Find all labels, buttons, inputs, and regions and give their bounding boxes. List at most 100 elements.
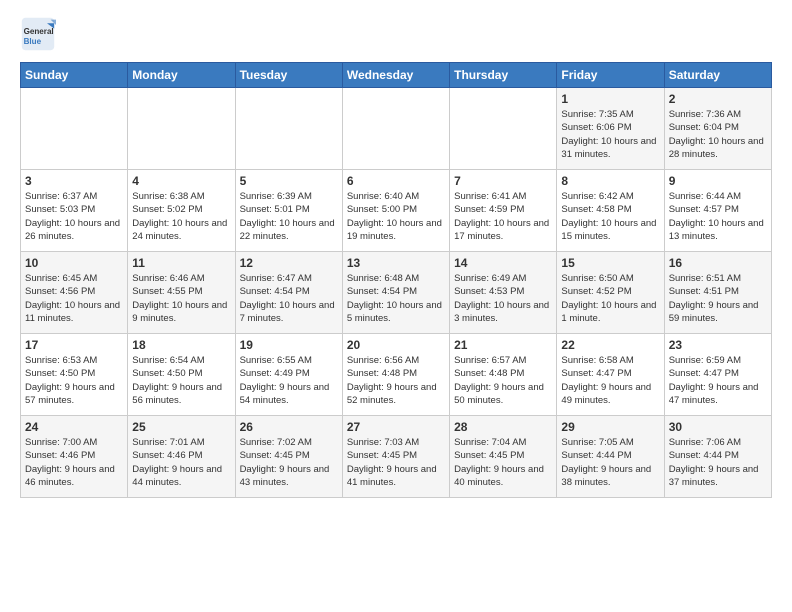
calendar-cell: 22 Sunrise: 6:58 AM Sunset: 4:47 PM Dayli… bbox=[557, 334, 664, 416]
cell-content: Sunrise: 6:57 AM Sunset: 4:48 PM Dayligh… bbox=[454, 354, 552, 407]
calendar-cell bbox=[235, 88, 342, 170]
day-number: 10 bbox=[25, 256, 123, 270]
svg-text:Blue: Blue bbox=[24, 37, 42, 46]
cell-content: Sunrise: 6:47 AM Sunset: 4:54 PM Dayligh… bbox=[240, 272, 338, 325]
calendar-cell bbox=[128, 88, 235, 170]
svg-text:General: General bbox=[24, 27, 54, 36]
day-number: 8 bbox=[561, 174, 659, 188]
day-number: 6 bbox=[347, 174, 445, 188]
calendar-cell: 20 Sunrise: 6:56 AM Sunset: 4:48 PM Dayli… bbox=[342, 334, 449, 416]
calendar-cell: 4Sunrise: 6:38 AM Sunset: 5:02 PM Daylig… bbox=[128, 170, 235, 252]
cell-content: Sunrise: 6:55 AM Sunset: 4:49 PM Dayligh… bbox=[240, 354, 338, 407]
calendar-cell: 2 Sunrise: 7:36 AM Sunset: 6:04 PM Daylig… bbox=[664, 88, 771, 170]
weekday-header: Saturday bbox=[664, 63, 771, 88]
cell-content: Sunrise: 6:46 AM Sunset: 4:55 PM Dayligh… bbox=[132, 272, 230, 325]
day-number: 26 bbox=[240, 420, 338, 434]
calendar-cell: 24Sunrise: 7:00 AM Sunset: 4:46 PM Dayli… bbox=[21, 416, 128, 498]
day-number: 13 bbox=[347, 256, 445, 270]
day-number: 16 bbox=[669, 256, 767, 270]
calendar-cell: 23 Sunrise: 6:59 AM Sunset: 4:47 PM Dayli… bbox=[664, 334, 771, 416]
calendar-week-row: 1Sunrise: 7:35 AM Sunset: 6:06 PM Daylig… bbox=[21, 88, 772, 170]
calendar-cell: 7Sunrise: 6:41 AM Sunset: 4:59 PM Daylig… bbox=[450, 170, 557, 252]
calendar-cell: 16 Sunrise: 6:51 AM Sunset: 4:51 PM Dayli… bbox=[664, 252, 771, 334]
cell-content: Sunrise: 6:38 AM Sunset: 5:02 PM Dayligh… bbox=[132, 190, 230, 243]
weekday-header: Monday bbox=[128, 63, 235, 88]
calendar-cell: 14 Sunrise: 6:49 AM Sunset: 4:53 PM Dayli… bbox=[450, 252, 557, 334]
day-number: 2 bbox=[669, 92, 767, 106]
cell-content: Sunrise: 6:45 AM Sunset: 4:56 PM Dayligh… bbox=[25, 272, 123, 325]
day-number: 23 bbox=[669, 338, 767, 352]
calendar-cell: 21 Sunrise: 6:57 AM Sunset: 4:48 PM Dayli… bbox=[450, 334, 557, 416]
calendar-cell: 6Sunrise: 6:40 AM Sunset: 5:00 PM Daylig… bbox=[342, 170, 449, 252]
cell-content: Sunrise: 6:51 AM Sunset: 4:51 PM Dayligh… bbox=[669, 272, 767, 325]
calendar-cell: 15Sunrise: 6:50 AM Sunset: 4:52 PM Dayli… bbox=[557, 252, 664, 334]
day-number: 7 bbox=[454, 174, 552, 188]
calendar-cell: 18 Sunrise: 6:54 AM Sunset: 4:50 PM Dayli… bbox=[128, 334, 235, 416]
calendar-cell: 9Sunrise: 6:44 AM Sunset: 4:57 PM Daylig… bbox=[664, 170, 771, 252]
page: General Blue SundayMondayTuesdayWednesda… bbox=[0, 0, 792, 508]
logo-icon: General Blue bbox=[20, 16, 56, 52]
calendar-cell: 29Sunrise: 7:05 AM Sunset: 4:44 PM Dayli… bbox=[557, 416, 664, 498]
day-number: 24 bbox=[25, 420, 123, 434]
logo: General Blue bbox=[20, 16, 56, 52]
day-number: 30 bbox=[669, 420, 767, 434]
cell-content: Sunrise: 6:39 AM Sunset: 5:01 PM Dayligh… bbox=[240, 190, 338, 243]
calendar-cell bbox=[342, 88, 449, 170]
day-number: 22 bbox=[561, 338, 659, 352]
weekday-header: Tuesday bbox=[235, 63, 342, 88]
cell-content: Sunrise: 6:58 AM Sunset: 4:47 PM Dayligh… bbox=[561, 354, 659, 407]
calendar-week-row: 3Sunrise: 6:37 AM Sunset: 5:03 PM Daylig… bbox=[21, 170, 772, 252]
calendar-cell: 17 Sunrise: 6:53 AM Sunset: 4:50 PM Dayli… bbox=[21, 334, 128, 416]
calendar-cell: 25 Sunrise: 7:01 AM Sunset: 4:46 PM Dayli… bbox=[128, 416, 235, 498]
cell-content: Sunrise: 7:35 AM Sunset: 6:06 PM Dayligh… bbox=[561, 108, 659, 161]
cell-content: Sunrise: 7:02 AM Sunset: 4:45 PM Dayligh… bbox=[240, 436, 338, 489]
day-number: 27 bbox=[347, 420, 445, 434]
cell-content: Sunrise: 6:49 AM Sunset: 4:53 PM Dayligh… bbox=[454, 272, 552, 325]
day-number: 28 bbox=[454, 420, 552, 434]
day-number: 19 bbox=[240, 338, 338, 352]
calendar-cell: 30 Sunrise: 7:06 AM Sunset: 4:44 PM Dayli… bbox=[664, 416, 771, 498]
calendar-cell: 28Sunrise: 7:04 AM Sunset: 4:45 PM Dayli… bbox=[450, 416, 557, 498]
calendar-cell: 8Sunrise: 6:42 AM Sunset: 4:58 PM Daylig… bbox=[557, 170, 664, 252]
day-number: 21 bbox=[454, 338, 552, 352]
cell-content: Sunrise: 6:53 AM Sunset: 4:50 PM Dayligh… bbox=[25, 354, 123, 407]
day-number: 20 bbox=[347, 338, 445, 352]
cell-content: Sunrise: 6:48 AM Sunset: 4:54 PM Dayligh… bbox=[347, 272, 445, 325]
cell-content: Sunrise: 6:59 AM Sunset: 4:47 PM Dayligh… bbox=[669, 354, 767, 407]
day-number: 5 bbox=[240, 174, 338, 188]
day-number: 25 bbox=[132, 420, 230, 434]
day-number: 9 bbox=[669, 174, 767, 188]
cell-content: Sunrise: 6:37 AM Sunset: 5:03 PM Dayligh… bbox=[25, 190, 123, 243]
cell-content: Sunrise: 7:06 AM Sunset: 4:44 PM Dayligh… bbox=[669, 436, 767, 489]
day-number: 12 bbox=[240, 256, 338, 270]
weekday-header: Sunday bbox=[21, 63, 128, 88]
header-row: SundayMondayTuesdayWednesdayThursdayFrid… bbox=[21, 63, 772, 88]
calendar-cell: 12 Sunrise: 6:47 AM Sunset: 4:54 PM Dayli… bbox=[235, 252, 342, 334]
calendar-cell: 10 Sunrise: 6:45 AM Sunset: 4:56 PM Dayli… bbox=[21, 252, 128, 334]
day-number: 18 bbox=[132, 338, 230, 352]
cell-content: Sunrise: 7:36 AM Sunset: 6:04 PM Dayligh… bbox=[669, 108, 767, 161]
calendar-cell: 1Sunrise: 7:35 AM Sunset: 6:06 PM Daylig… bbox=[557, 88, 664, 170]
cell-content: Sunrise: 6:54 AM Sunset: 4:50 PM Dayligh… bbox=[132, 354, 230, 407]
calendar-cell bbox=[21, 88, 128, 170]
header: General Blue bbox=[20, 16, 772, 52]
calendar-cell: 26 Sunrise: 7:02 AM Sunset: 4:45 PM Dayli… bbox=[235, 416, 342, 498]
day-number: 17 bbox=[25, 338, 123, 352]
calendar-week-row: 17 Sunrise: 6:53 AM Sunset: 4:50 PM Dayli… bbox=[21, 334, 772, 416]
calendar-cell bbox=[450, 88, 557, 170]
calendar-cell: 19 Sunrise: 6:55 AM Sunset: 4:49 PM Dayli… bbox=[235, 334, 342, 416]
calendar-table: SundayMondayTuesdayWednesdayThursdayFrid… bbox=[20, 62, 772, 498]
weekday-header: Thursday bbox=[450, 63, 557, 88]
calendar-week-row: 24Sunrise: 7:00 AM Sunset: 4:46 PM Dayli… bbox=[21, 416, 772, 498]
cell-content: Sunrise: 6:56 AM Sunset: 4:48 PM Dayligh… bbox=[347, 354, 445, 407]
day-number: 14 bbox=[454, 256, 552, 270]
day-number: 11 bbox=[132, 256, 230, 270]
cell-content: Sunrise: 6:50 AM Sunset: 4:52 PM Dayligh… bbox=[561, 272, 659, 325]
cell-content: Sunrise: 7:05 AM Sunset: 4:44 PM Dayligh… bbox=[561, 436, 659, 489]
cell-content: Sunrise: 7:01 AM Sunset: 4:46 PM Dayligh… bbox=[132, 436, 230, 489]
calendar-week-row: 10 Sunrise: 6:45 AM Sunset: 4:56 PM Dayli… bbox=[21, 252, 772, 334]
cell-content: Sunrise: 7:03 AM Sunset: 4:45 PM Dayligh… bbox=[347, 436, 445, 489]
calendar-cell: 3Sunrise: 6:37 AM Sunset: 5:03 PM Daylig… bbox=[21, 170, 128, 252]
weekday-header: Friday bbox=[557, 63, 664, 88]
calendar-cell: 27 Sunrise: 7:03 AM Sunset: 4:45 PM Dayli… bbox=[342, 416, 449, 498]
